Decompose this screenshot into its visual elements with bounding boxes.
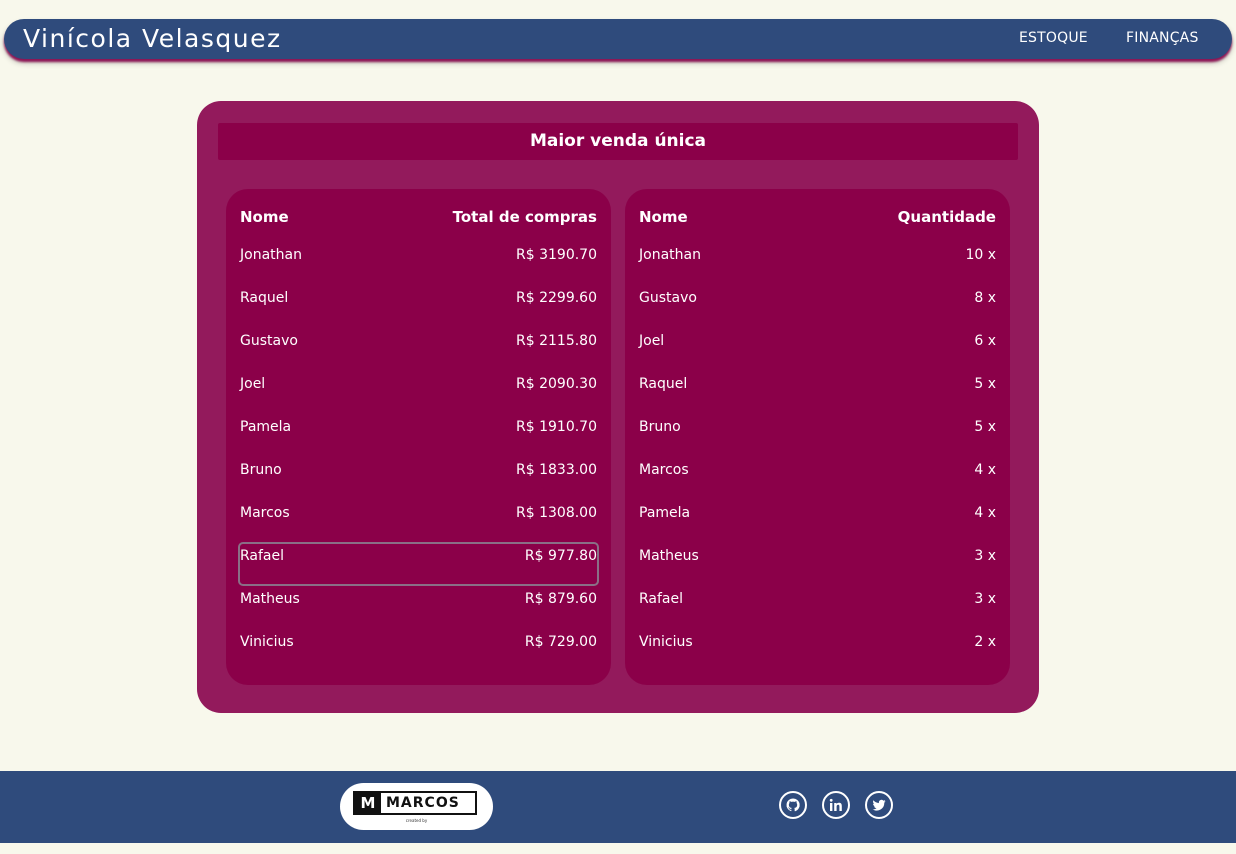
row-value: 2 x: [974, 634, 996, 650]
row-value: R$ 3190.70: [516, 247, 597, 263]
panel-title: Maior venda única: [218, 123, 1018, 160]
row-value: R$ 1308.00: [516, 505, 597, 521]
row-name: Pamela: [639, 505, 691, 521]
table-row[interactable]: Matheus 3 x: [639, 544, 996, 568]
table-row[interactable]: Joel 6 x: [639, 329, 996, 353]
row-value: R$ 729.00: [524, 634, 597, 650]
table-row[interactable]: Pamela R$ 1910.70: [240, 415, 597, 439]
row-value: 8 x: [974, 290, 996, 306]
table-header: Nome Total de compras: [240, 205, 597, 229]
row-value: R$ 2115.80: [516, 333, 597, 349]
table-row[interactable]: Vinicius 2 x: [639, 630, 996, 654]
row-name: Rafael: [240, 548, 285, 564]
header-name: Nome: [639, 208, 688, 226]
row-value: 4 x: [974, 462, 996, 478]
row-name: Jonathan: [639, 247, 701, 263]
nav-link-financas[interactable]: FINANÇAS: [1126, 19, 1199, 57]
table-header: Nome Quantidade: [639, 205, 996, 229]
row-name: Joel: [639, 333, 665, 349]
row-name: Pamela: [240, 419, 292, 435]
brand-title[interactable]: Vinícola Velasquez: [23, 19, 282, 59]
logo-word: MARCOS: [386, 795, 460, 811]
row-value: 4 x: [974, 505, 996, 521]
top-navbar: Vinícola Velasquez ESTOQUE FINANÇAS: [4, 19, 1232, 59]
table-row[interactable]: Marcos R$ 1308.00: [240, 501, 597, 525]
nav-link-estoque[interactable]: ESTOQUE: [1019, 19, 1088, 57]
table-row[interactable]: Gustavo 8 x: [639, 286, 996, 310]
twitter-link[interactable]: [865, 791, 893, 819]
row-name: Bruno: [639, 419, 681, 435]
github-icon: [786, 798, 800, 812]
row-value: 5 x: [974, 419, 996, 435]
row-value: 10 x: [965, 247, 996, 263]
row-name: Bruno: [240, 462, 282, 478]
row-value: 6 x: [974, 333, 996, 349]
row-value: R$ 2090.30: [516, 376, 597, 392]
row-name: Raquel: [639, 376, 688, 392]
row-value: 3 x: [974, 548, 996, 564]
footer: M MARCOS created by: [0, 771, 1236, 843]
linkedin-link[interactable]: [822, 791, 850, 819]
quantity-table: Nome Quantidade Jonathan 10 x Gustavo 8 …: [625, 189, 1010, 685]
table-row[interactable]: Bruno R$ 1833.00: [240, 458, 597, 482]
row-value: R$ 2299.60: [516, 290, 597, 306]
table-row[interactable]: Jonathan 10 x: [639, 243, 996, 267]
twitter-icon: [872, 799, 886, 811]
table-row[interactable]: Matheus R$ 879.60: [240, 587, 597, 611]
row-name: Raquel: [240, 290, 289, 306]
table-row[interactable]: Marcos 4 x: [639, 458, 996, 482]
row-name: Vinicius: [639, 634, 693, 650]
logo-mark: M: [355, 793, 381, 813]
row-name: Matheus: [240, 591, 300, 607]
row-name: Marcos: [639, 462, 689, 478]
row-value: 5 x: [974, 376, 996, 392]
row-name: Joel: [240, 376, 266, 392]
row-name: Gustavo: [240, 333, 298, 349]
logo-box: M MARCOS: [353, 791, 477, 815]
row-name: Jonathan: [240, 247, 302, 263]
row-value: R$ 1910.70: [516, 419, 597, 435]
linkedin-icon: [829, 798, 842, 811]
logo-caption: created by: [405, 818, 428, 823]
github-link[interactable]: [779, 791, 807, 819]
row-value: R$ 879.60: [524, 591, 597, 607]
table-row[interactable]: Bruno 5 x: [639, 415, 996, 439]
table-row[interactable]: Rafael 3 x: [639, 587, 996, 611]
row-name: Marcos: [240, 505, 290, 521]
row-name: Rafael: [639, 591, 684, 607]
header-quantity: Quantidade: [897, 208, 996, 226]
row-value: R$ 1833.00: [516, 462, 597, 478]
table-row[interactable]: Raquel 5 x: [639, 372, 996, 396]
header-total: Total de compras: [452, 208, 597, 226]
total-purchases-table: Nome Total de compras Jonathan R$ 3190.7…: [226, 189, 611, 685]
row-name: Gustavo: [639, 290, 697, 306]
table-row[interactable]: Raquel R$ 2299.60: [240, 286, 597, 310]
top-sales-panel: Maior venda única Nome Total de compras …: [197, 101, 1039, 713]
row-value: R$ 977.80: [524, 548, 597, 564]
table-row[interactable]: Vinicius R$ 729.00: [240, 630, 597, 654]
marcos-logo[interactable]: M MARCOS created by: [340, 783, 493, 830]
table-row[interactable]: Gustavo R$ 2115.80: [240, 329, 597, 353]
table-row[interactable]: Pamela 4 x: [639, 501, 996, 525]
row-name: Matheus: [639, 548, 699, 564]
table-row[interactable]: Joel R$ 2090.30: [240, 372, 597, 396]
row-name: Vinicius: [240, 634, 294, 650]
header-name: Nome: [240, 208, 289, 226]
table-row-hovered[interactable]: Rafael R$ 977.80: [238, 542, 599, 586]
row-value: 3 x: [974, 591, 996, 607]
table-row[interactable]: Jonathan R$ 3190.70: [240, 243, 597, 267]
